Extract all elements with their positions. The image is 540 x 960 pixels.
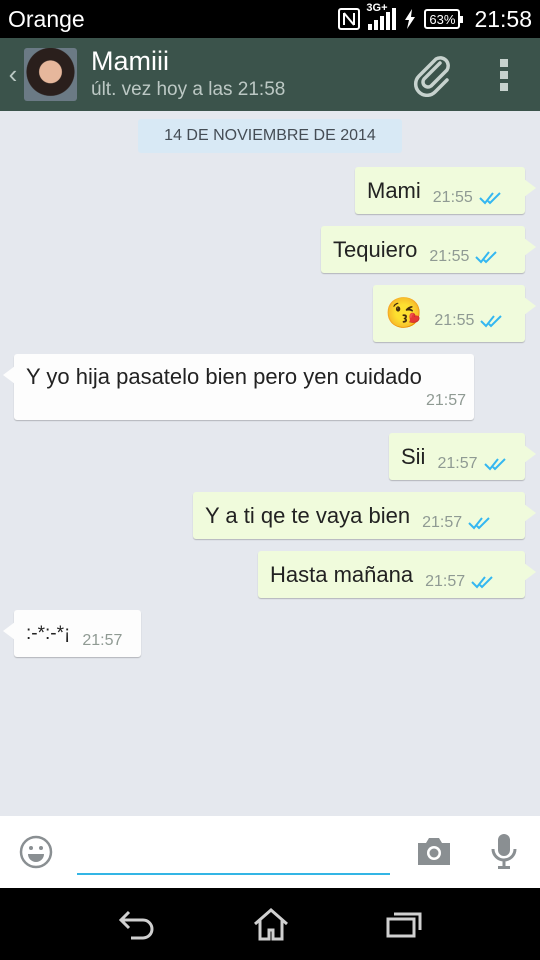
camera-icon: [418, 838, 450, 865]
attach-button[interactable]: [404, 47, 460, 103]
message-text: Tequiero: [333, 236, 418, 262]
last-seen: últ. vez hoy a las 21:58: [91, 79, 286, 100]
message-outgoing[interactable]: Y a ti qe te vaya bien 21:57: [193, 492, 536, 539]
message-time: 21:55: [432, 188, 473, 206]
emoji-button[interactable]: [18, 834, 54, 875]
contact-info[interactable]: Mamiii últ. vez hoy a las 21:58: [91, 46, 404, 103]
message-text: :-*:-*¡: [26, 622, 71, 644]
message-time: 21:57: [437, 454, 478, 472]
double-check-icon: [475, 250, 498, 263]
navigation-bar: [0, 888, 540, 960]
message-incoming[interactable]: Y yo hija pasatelo bien pero yen cuidado…: [3, 354, 474, 420]
message-input[interactable]: [77, 829, 390, 875]
status-bar: Orange 3G+ 63% 21:58: [0, 0, 540, 38]
date-separator: 14 DE NOVIEMBRE DE 2014: [138, 119, 402, 153]
message-outgoing[interactable]: Sii 21:57: [389, 433, 536, 480]
message-outgoing[interactable]: Hasta mañana 21:57: [258, 551, 536, 598]
home-icon[interactable]: [252, 907, 290, 941]
message-text: Sii: [401, 443, 426, 469]
carrier-name: Orange: [8, 5, 85, 32]
message-list[interactable]: 14 DE NOVIEMBRE DE 2014 Mami 21:55 Tequi…: [0, 111, 540, 816]
double-check-icon: [479, 191, 501, 204]
avatar[interactable]: [24, 48, 77, 101]
emoji-message: 😘: [385, 297, 423, 330]
message-time: 21:57: [422, 513, 463, 531]
message-time: 21:57: [82, 631, 123, 649]
battery-icon: 63%: [424, 9, 464, 29]
paperclip-icon: [413, 55, 450, 97]
message-incoming[interactable]: :-*:-*¡ 21:57: [3, 610, 141, 657]
overflow-menu-icon: [500, 58, 508, 91]
charging-icon: [405, 9, 416, 29]
message-time: 21:57: [425, 572, 466, 590]
nfc-icon: [338, 8, 361, 30]
message-text: Y a ti qe te vaya bien: [205, 502, 411, 528]
chat-header: ‹ Mamiii últ. vez hoy a las 21:58: [0, 38, 540, 111]
network-type: 3G+: [366, 2, 388, 14]
mic-button[interactable]: [490, 832, 518, 877]
message-time: 21:55: [429, 247, 470, 265]
signal-icon: 3G+: [366, 2, 397, 30]
battery-level: 63%: [429, 11, 456, 27]
message-text: Mami: [367, 177, 421, 203]
double-check-icon: [471, 575, 493, 588]
back-icon[interactable]: [117, 908, 157, 940]
message-text: Hasta mañana: [270, 561, 414, 587]
camera-button[interactable]: [415, 834, 453, 873]
message-outgoing[interactable]: Mami 21:55: [355, 167, 536, 214]
emoji-icon: [19, 835, 53, 869]
chevron-left-icon[interactable]: ‹: [2, 59, 24, 90]
recent-apps-icon[interactable]: [385, 909, 423, 939]
message-time: 21:55: [434, 311, 475, 329]
double-check-icon: [483, 457, 506, 470]
message-outgoing[interactable]: Tequiero 21:55: [321, 226, 536, 273]
double-check-icon: [480, 314, 503, 327]
contact-name: Mamiii: [91, 46, 169, 76]
double-check-icon: [468, 516, 490, 529]
clock: 21:58: [474, 5, 532, 32]
message-time: 21:57: [425, 392, 466, 409]
message-text: Y yo hija pasatelo bien pero yen cuidado: [26, 364, 422, 389]
overflow-menu-button[interactable]: [476, 47, 532, 103]
message-outgoing[interactable]: 😘 21:55: [373, 285, 536, 342]
microphone-icon: [491, 834, 517, 869]
